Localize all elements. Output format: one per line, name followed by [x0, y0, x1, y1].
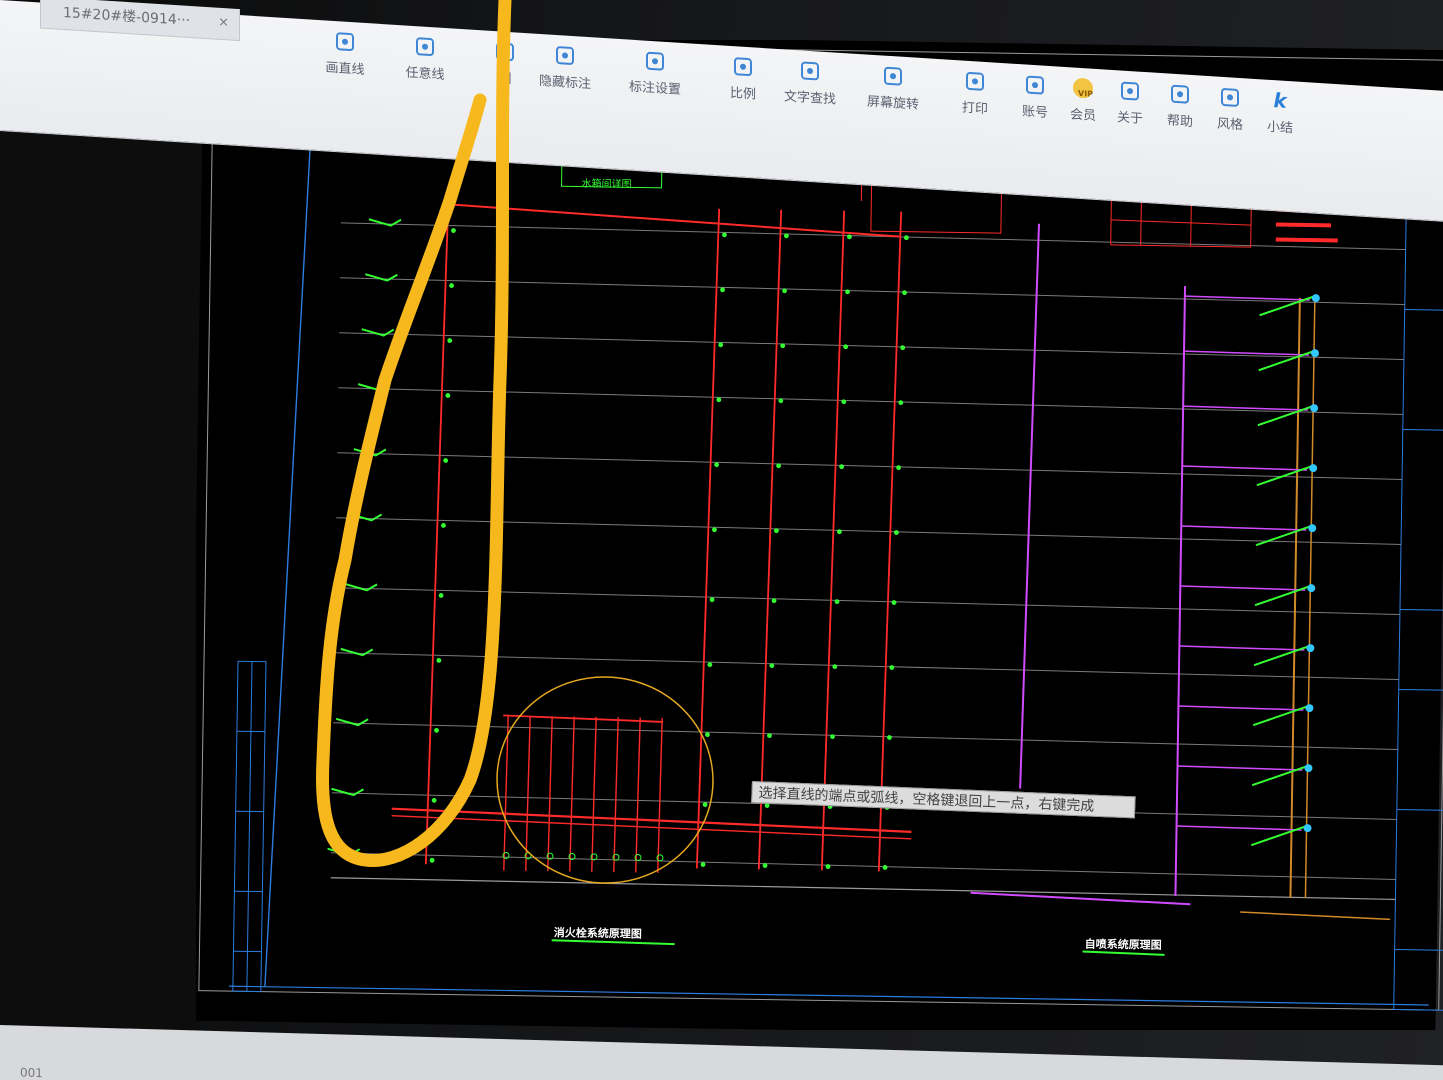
close-tab-icon[interactable]: × [218, 8, 229, 39]
toolbar-button-4[interactable]: 标注设置 [622, 47, 688, 98]
screen: 水箱间详图 消火栓系统原理图 自喷系统原理图 选择直线的端点或弧线，空格键退回上… [0, 0, 1443, 1080]
delete-icon [493, 39, 517, 65]
left-bezel [0, 40, 200, 1040]
toolbar-label: 画直线 [325, 60, 365, 78]
file-tab-title: 15#20#楼-0914··· [63, 4, 191, 29]
toolbar-button-8[interactable]: 打印 [942, 67, 1008, 118]
rotate-screen-icon [881, 63, 905, 89]
info-icon [1118, 78, 1142, 104]
toolbar-button-1[interactable]: 任意线 [392, 33, 458, 84]
tank-label: 水箱间详图 [581, 177, 631, 191]
toolbar-label: 打印 [961, 100, 988, 118]
water-system-title: 自喷系统原理图 [1085, 937, 1162, 952]
status-text: 001 [20, 1065, 43, 1080]
file-tab[interactable]: 15#20#楼-0914··· × [40, 0, 240, 42]
text-search-icon [798, 58, 822, 84]
toolbar-button-5[interactable]: 比例 [710, 53, 776, 104]
line-icon [333, 29, 357, 55]
toolbar-button-0[interactable]: 画直线 [312, 28, 378, 79]
summary-icon: k [1268, 88, 1292, 114]
toolbar-label: 文字查找 [783, 89, 836, 108]
toolbar-label: 屏幕旋转 [866, 94, 919, 113]
toolbar-label: 标注设置 [628, 79, 681, 98]
freehand-icon [413, 34, 437, 60]
toolbar-label: 小结 [1266, 119, 1293, 137]
toolbar-button-14[interactable]: k 小结 [1247, 86, 1313, 137]
toolbar-label: 比例 [729, 85, 756, 103]
status-bar: 001 [0, 1025, 1443, 1080]
toolbar-button-2[interactable]: 删 [472, 38, 538, 89]
toolbar-button-7[interactable]: 屏幕旋转 [860, 62, 926, 113]
scale-icon [731, 54, 755, 80]
toolbar-label: 隐藏标注 [538, 73, 591, 93]
k-glyph: k [1273, 88, 1287, 113]
toolbar-button-3[interactable]: 隐藏标注 [532, 41, 598, 92]
account-icon [1023, 72, 1047, 98]
hide-annotation-icon [553, 43, 577, 69]
annotation-settings-icon [643, 48, 667, 74]
vip-badge: VIP [1078, 88, 1094, 99]
help-icon [1168, 81, 1192, 107]
toolbar-label: 任意线 [405, 65, 445, 83]
style-icon [1218, 85, 1242, 111]
toolbar-label: 删 [498, 71, 512, 88]
toolbar-button-6[interactable]: 文字查找 [777, 57, 843, 108]
print-icon [963, 69, 987, 95]
fire-system-title: 消火栓系统原理图 [554, 925, 642, 940]
